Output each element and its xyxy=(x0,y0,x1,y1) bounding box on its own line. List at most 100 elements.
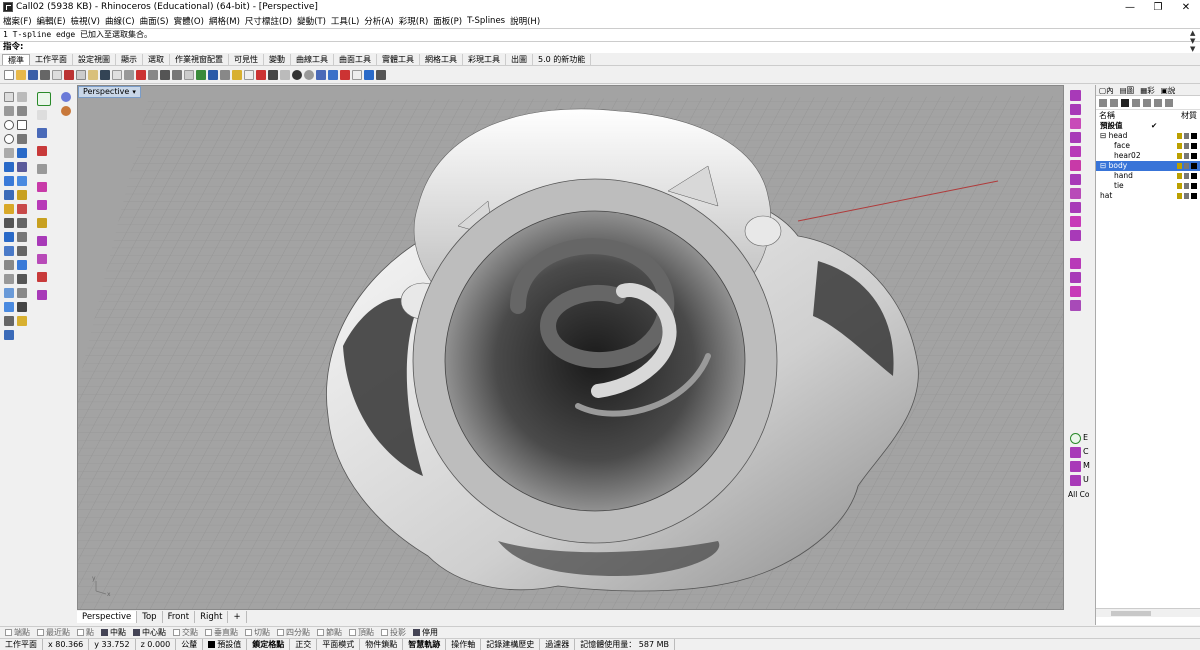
ts-tool-2-icon[interactable] xyxy=(1070,104,1081,115)
tab-display[interactable]: 顯示 xyxy=(116,54,143,65)
menu-file[interactable]: 檔案(F) xyxy=(3,15,32,27)
layer-color-icon[interactable] xyxy=(1191,153,1197,159)
options-icon[interactable] xyxy=(340,70,350,80)
ts-tool-5-icon[interactable] xyxy=(1070,146,1081,157)
command-scroll-arrows[interactable]: ▲ ▼ ▼ xyxy=(1190,29,1198,53)
status-cplane[interactable]: 工作平面 xyxy=(0,639,43,650)
status-osnap[interactable]: 物件鎖點 xyxy=(360,639,404,650)
menu-edit[interactable]: 編輯(E) xyxy=(37,15,66,27)
render-icon[interactable] xyxy=(268,70,278,80)
zoom-extents-icon[interactable] xyxy=(160,70,170,80)
ts-tool-11-icon[interactable] xyxy=(1070,230,1081,241)
menu-transform[interactable]: 變動(T) xyxy=(297,15,326,27)
osnap-option[interactable]: 交點 xyxy=(173,627,198,638)
open-file-icon[interactable] xyxy=(16,70,26,80)
osnap-checkbox[interactable] xyxy=(381,629,388,636)
loft-icon[interactable] xyxy=(17,162,27,172)
tab-select[interactable]: 選取 xyxy=(143,54,170,65)
layer-icon[interactable] xyxy=(244,70,254,80)
point-tool-icon[interactable] xyxy=(17,92,27,102)
material-icon[interactable] xyxy=(316,70,326,80)
menu-help[interactable]: 說明(H) xyxy=(510,15,540,27)
osnap-checkbox[interactable] xyxy=(101,629,108,636)
osnap-checkbox[interactable] xyxy=(37,629,44,636)
layer-row[interactable]: 預設值 ✔ xyxy=(1096,121,1200,131)
fillet-icon[interactable] xyxy=(17,204,27,214)
lock-icon[interactable] xyxy=(1184,193,1189,199)
osnap-option[interactable]: 中點 xyxy=(101,627,126,638)
tab-solid-tools[interactable]: 實體工具 xyxy=(377,54,420,65)
environment-icon[interactable] xyxy=(328,70,338,80)
layer-color-icon[interactable] xyxy=(1191,133,1197,139)
tab-mesh-tools[interactable]: 網格工具 xyxy=(420,54,463,65)
align-icon[interactable] xyxy=(17,274,27,284)
maximize-button[interactable]: ❐ xyxy=(1144,0,1172,14)
tab-top[interactable]: Top xyxy=(137,611,163,623)
tab-add[interactable]: + xyxy=(228,611,247,623)
layer-color-icon[interactable] xyxy=(1191,173,1197,179)
move-icon[interactable] xyxy=(196,70,206,80)
menu-surface[interactable]: 曲面(S) xyxy=(140,15,169,27)
status-history[interactable]: 記錄建構歷史 xyxy=(481,639,541,650)
cplane-icon[interactable] xyxy=(4,302,14,312)
tab-drafting[interactable]: 出圖 xyxy=(506,54,533,65)
osnap-option[interactable]: 四分點 xyxy=(277,627,310,638)
menu-dimension[interactable]: 尺寸標註(D) xyxy=(245,15,292,27)
tab-visibility[interactable]: 可見性 xyxy=(229,54,264,65)
status-layer[interactable]: 預設值 xyxy=(203,639,248,650)
scale-icon[interactable] xyxy=(17,260,27,270)
tsplines-sphere-icon[interactable] xyxy=(37,200,47,210)
split-icon[interactable] xyxy=(17,218,27,228)
tab-new-in-v5[interactable]: 5.0 的新功能 xyxy=(533,54,592,65)
extrude-icon[interactable] xyxy=(4,162,14,172)
tsplines-delete-icon[interactable] xyxy=(37,272,47,282)
move-up-icon[interactable] xyxy=(1132,98,1140,107)
osnap-checkbox[interactable] xyxy=(245,629,252,636)
tsplines-crease-icon[interactable] xyxy=(37,146,47,156)
ts-tool-8-icon[interactable] xyxy=(1070,188,1081,199)
tab-set-view[interactable]: 設定視圖 xyxy=(73,54,116,65)
ts-tool-9-icon[interactable] xyxy=(1070,202,1081,213)
layer-row[interactable]: face xyxy=(1096,141,1200,151)
panel-tab-display[interactable]: ▦彩 xyxy=(1137,85,1158,95)
tsplines-convert-icon[interactable] xyxy=(37,290,47,300)
status-ortho[interactable]: 正交 xyxy=(290,639,318,650)
lock-icon[interactable] xyxy=(1184,173,1189,179)
polygon-icon[interactable] xyxy=(4,148,14,158)
menu-mesh[interactable]: 網格(M) xyxy=(209,15,240,27)
new-file-icon[interactable] xyxy=(4,70,14,80)
tab-perspective[interactable]: Perspective xyxy=(77,611,138,623)
lock-icon[interactable] xyxy=(1184,163,1189,169)
light-icon[interactable] xyxy=(232,70,242,80)
tab-surface-tools[interactable]: 曲面工具 xyxy=(334,54,377,65)
layer-panel-scrollbar[interactable] xyxy=(1096,608,1200,617)
light-bulb-icon[interactable] xyxy=(1177,163,1182,169)
osnap-option[interactable]: 節點 xyxy=(317,627,342,638)
osnap-checkbox[interactable] xyxy=(205,629,212,636)
tsplines-select-icon[interactable] xyxy=(37,128,47,138)
lock-icon[interactable] xyxy=(1184,143,1189,149)
ts-tool-6-icon[interactable] xyxy=(1070,160,1081,171)
light-bulb-icon[interactable] xyxy=(1177,143,1182,149)
status-grid-snap[interactable]: 鎖定格點 xyxy=(247,639,291,650)
filter-icon[interactable] xyxy=(1154,98,1162,107)
ts-cube-c-icon[interactable] xyxy=(1070,447,1081,458)
osnap-checkbox[interactable] xyxy=(349,629,356,636)
col-material[interactable]: 材質 xyxy=(1181,110,1197,121)
osnap-checkbox[interactable] xyxy=(5,629,12,636)
osnap-option[interactable]: 頂點 xyxy=(349,627,374,638)
move-down-icon[interactable] xyxy=(1143,98,1151,107)
print-icon[interactable] xyxy=(40,70,50,80)
ts-cube-u-icon[interactable] xyxy=(1070,475,1081,486)
wireframe-icon[interactable] xyxy=(364,70,374,80)
tsplines-box-primitive-icon[interactable] xyxy=(37,182,47,192)
menu-render[interactable]: 彩現(R) xyxy=(399,15,429,27)
ts-tool-12-icon[interactable] xyxy=(1070,258,1081,269)
layer-expander-icon[interactable]: ⊟ xyxy=(1100,161,1109,170)
tab-front[interactable]: Front xyxy=(163,611,196,623)
ts-cube-m-icon[interactable] xyxy=(1070,461,1081,472)
select-arrow-icon[interactable] xyxy=(4,92,14,102)
tab-right[interactable]: Right xyxy=(195,611,229,623)
new-layer-icon[interactable] xyxy=(1099,98,1107,107)
cut-icon[interactable] xyxy=(64,70,74,80)
